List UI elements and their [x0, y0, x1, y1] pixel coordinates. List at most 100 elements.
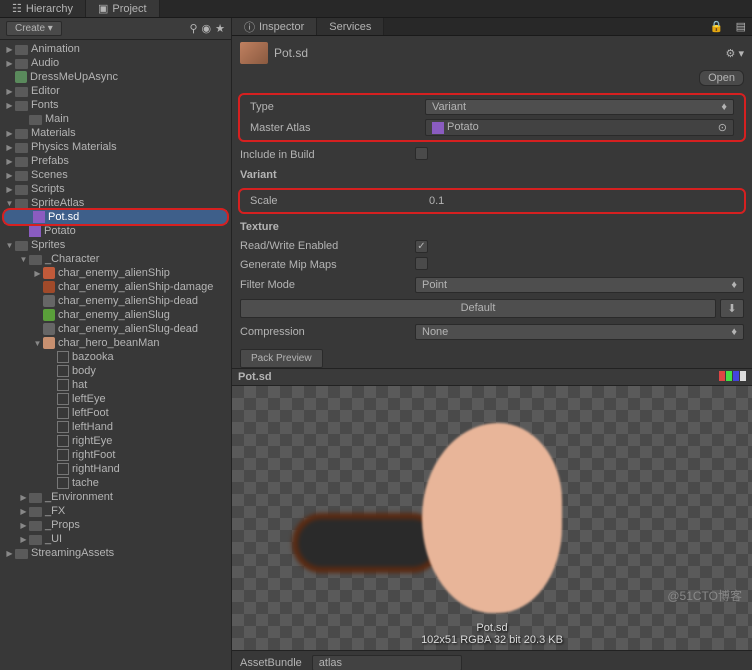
mip-checkbox[interactable]	[415, 257, 428, 270]
picker-icon[interactable]: ⊙	[718, 121, 727, 134]
tree-item[interactable]: ▼_Character	[0, 252, 231, 266]
preview-area[interactable]: Pot.sd 102x51 RGBA 32 bit 20.3 KB @51CTO…	[232, 386, 752, 650]
filter-icon[interactable]: ◉	[202, 22, 212, 35]
lock-icon[interactable]: 🔒	[704, 18, 730, 35]
tree-item[interactable]: Potato	[0, 224, 231, 238]
rw-checkbox[interactable]: ✓	[415, 240, 428, 253]
tree-label: tache	[72, 477, 99, 489]
left-tab-bar: ☷Hierarchy ▣Project	[0, 0, 752, 18]
foldout-icon[interactable]: ▶	[18, 520, 29, 531]
color-swatches[interactable]	[719, 371, 746, 383]
tree-item[interactable]: rightHand	[0, 462, 231, 476]
tree-item[interactable]: Pot.sd	[4, 210, 227, 224]
foldout-icon[interactable]: ▶	[18, 534, 29, 545]
compression-dropdown[interactable]: None♦	[415, 324, 744, 340]
filter-label: Filter Mode	[240, 279, 415, 291]
tree-item[interactable]: Main	[0, 112, 231, 126]
tree-item[interactable]: ▶ Scripts	[0, 182, 231, 196]
foldout-icon[interactable]: ▶	[4, 100, 15, 111]
save-icon[interactable]: ★	[215, 22, 225, 35]
tree-item[interactable]: ▶Materials	[0, 126, 231, 140]
tree-item[interactable]: ▶Fonts	[0, 98, 231, 112]
foldout-icon[interactable]: ▶	[4, 58, 15, 69]
tree-item[interactable]: leftFoot	[0, 406, 231, 420]
foldout-icon[interactable]: ▼	[4, 240, 15, 251]
tree-item[interactable]: char_enemy_alienSlug-dead	[0, 322, 231, 336]
foldout-icon	[22, 212, 33, 223]
master-atlas-field[interactable]: Potato⊙	[425, 119, 734, 136]
tree-item[interactable]: ▶_Environment	[0, 490, 231, 504]
foldout-icon[interactable]: ▼	[32, 338, 43, 349]
create-button[interactable]: Create ▾	[6, 21, 62, 36]
filter-dropdown[interactable]: Point♦	[415, 277, 744, 293]
type-dropdown[interactable]: Variant♦	[425, 99, 734, 115]
tree-item[interactable]: ▶ _FX	[0, 504, 231, 518]
tree-item[interactable]: ▼char_hero_beanMan	[0, 336, 231, 350]
tab-services[interactable]: Services	[317, 18, 384, 35]
include-checkbox[interactable]	[415, 147, 428, 160]
tree-item[interactable]: rightEye	[0, 434, 231, 448]
tree-label: Scenes	[31, 169, 68, 181]
search-icon[interactable]: ⚲	[189, 22, 197, 35]
tree-label: DressMeUpAsync	[30, 71, 118, 83]
foldout-icon[interactable]: ▶	[4, 128, 15, 139]
tree-item[interactable]: leftHand	[0, 420, 231, 434]
tree-item[interactable]: char_enemy_alienShip-dead	[0, 294, 231, 308]
tree-item[interactable]: ▶char_enemy_alienShip	[0, 266, 231, 280]
foldout-icon[interactable]: ▶	[4, 170, 15, 181]
tree-item[interactable]: hat	[0, 378, 231, 392]
tab-project[interactable]: ▣Project	[86, 0, 160, 17]
tree-label: _FX	[45, 505, 65, 517]
foldout-icon	[46, 478, 57, 489]
tree-item[interactable]: rightFoot	[0, 448, 231, 462]
tree-item[interactable]: body	[0, 364, 231, 378]
foldout-icon[interactable]: ▼	[18, 254, 29, 265]
tree-item[interactable]: leftEye	[0, 392, 231, 406]
open-button[interactable]: Open	[699, 70, 744, 86]
foldout-icon[interactable]: ▶	[18, 506, 29, 517]
assetbundle-dropdown[interactable]: atlas	[312, 655, 462, 670]
tab-hierarchy[interactable]: ☷Hierarchy	[0, 0, 86, 17]
tree-label: Potato	[44, 225, 76, 237]
foldout-icon[interactable]: ▼	[4, 198, 15, 209]
foldout-icon[interactable]: ▶	[4, 142, 15, 153]
foldout-icon[interactable]: ▶	[32, 268, 43, 279]
tree-item[interactable]: ▼Sprites	[0, 238, 231, 252]
tree-item[interactable]: ▶_UI	[0, 532, 231, 546]
pack-preview-button[interactable]: Pack Preview	[240, 349, 323, 368]
folder-icon	[15, 87, 28, 97]
project-tree[interactable]: ▶Animation▶AudioDressMeUpAsync▶Editor▶Fo…	[0, 40, 231, 670]
tree-item[interactable]: char_enemy_alienSlug	[0, 308, 231, 322]
foldout-icon[interactable]: ▶	[4, 156, 15, 167]
gear-icon[interactable]: ⚙ ▾	[726, 47, 744, 60]
tree-item[interactable]: ▶Editor	[0, 84, 231, 98]
tree-item[interactable]: ▶StreamingAssets	[0, 546, 231, 560]
tree-item[interactable]: DressMeUpAsync	[0, 70, 231, 84]
inspector-panel: ⓘInspector Services 🔒 ▤ Pot.sd ⚙ ▾ Open …	[232, 18, 752, 670]
tree-item[interactable]: tache	[0, 476, 231, 490]
foldout-icon[interactable]: ▶	[4, 548, 15, 559]
default-platform-button[interactable]: Default	[240, 299, 716, 318]
folder-icon	[15, 157, 28, 167]
scale-field[interactable]: 0.1	[425, 194, 734, 208]
tree-item[interactable]: char_enemy_alienShip-damage	[0, 280, 231, 294]
foldout-icon[interactable]: ▶	[4, 44, 15, 55]
foldout-icon[interactable]: ▶	[18, 492, 29, 503]
foldout-icon	[46, 352, 57, 363]
tree-item[interactable]: bazooka	[0, 350, 231, 364]
tree-item[interactable]: ▶_Props	[0, 518, 231, 532]
tree-item[interactable]: ▶Animation	[0, 42, 231, 56]
tree-item[interactable]: ▶Audio	[0, 56, 231, 70]
foldout-icon[interactable]: ▶	[4, 86, 15, 97]
tree-item[interactable]: ▼SpriteAtlas	[0, 196, 231, 210]
tree-item[interactable]: ▶Physics Materials	[0, 140, 231, 154]
tree-label: Scripts	[31, 183, 65, 195]
tab-inspector[interactable]: ⓘInspector	[232, 18, 317, 35]
panel-menu-icon[interactable]: ▤	[730, 18, 752, 35]
foldout-icon[interactable]: ▶	[4, 184, 15, 195]
sprite-icon	[57, 351, 69, 363]
tree-item[interactable]: ▶Prefabs	[0, 154, 231, 168]
tree-label: leftFoot	[72, 407, 109, 419]
tree-item[interactable]: ▶ Scenes	[0, 168, 231, 182]
download-icon[interactable]: ⬇	[720, 299, 744, 318]
